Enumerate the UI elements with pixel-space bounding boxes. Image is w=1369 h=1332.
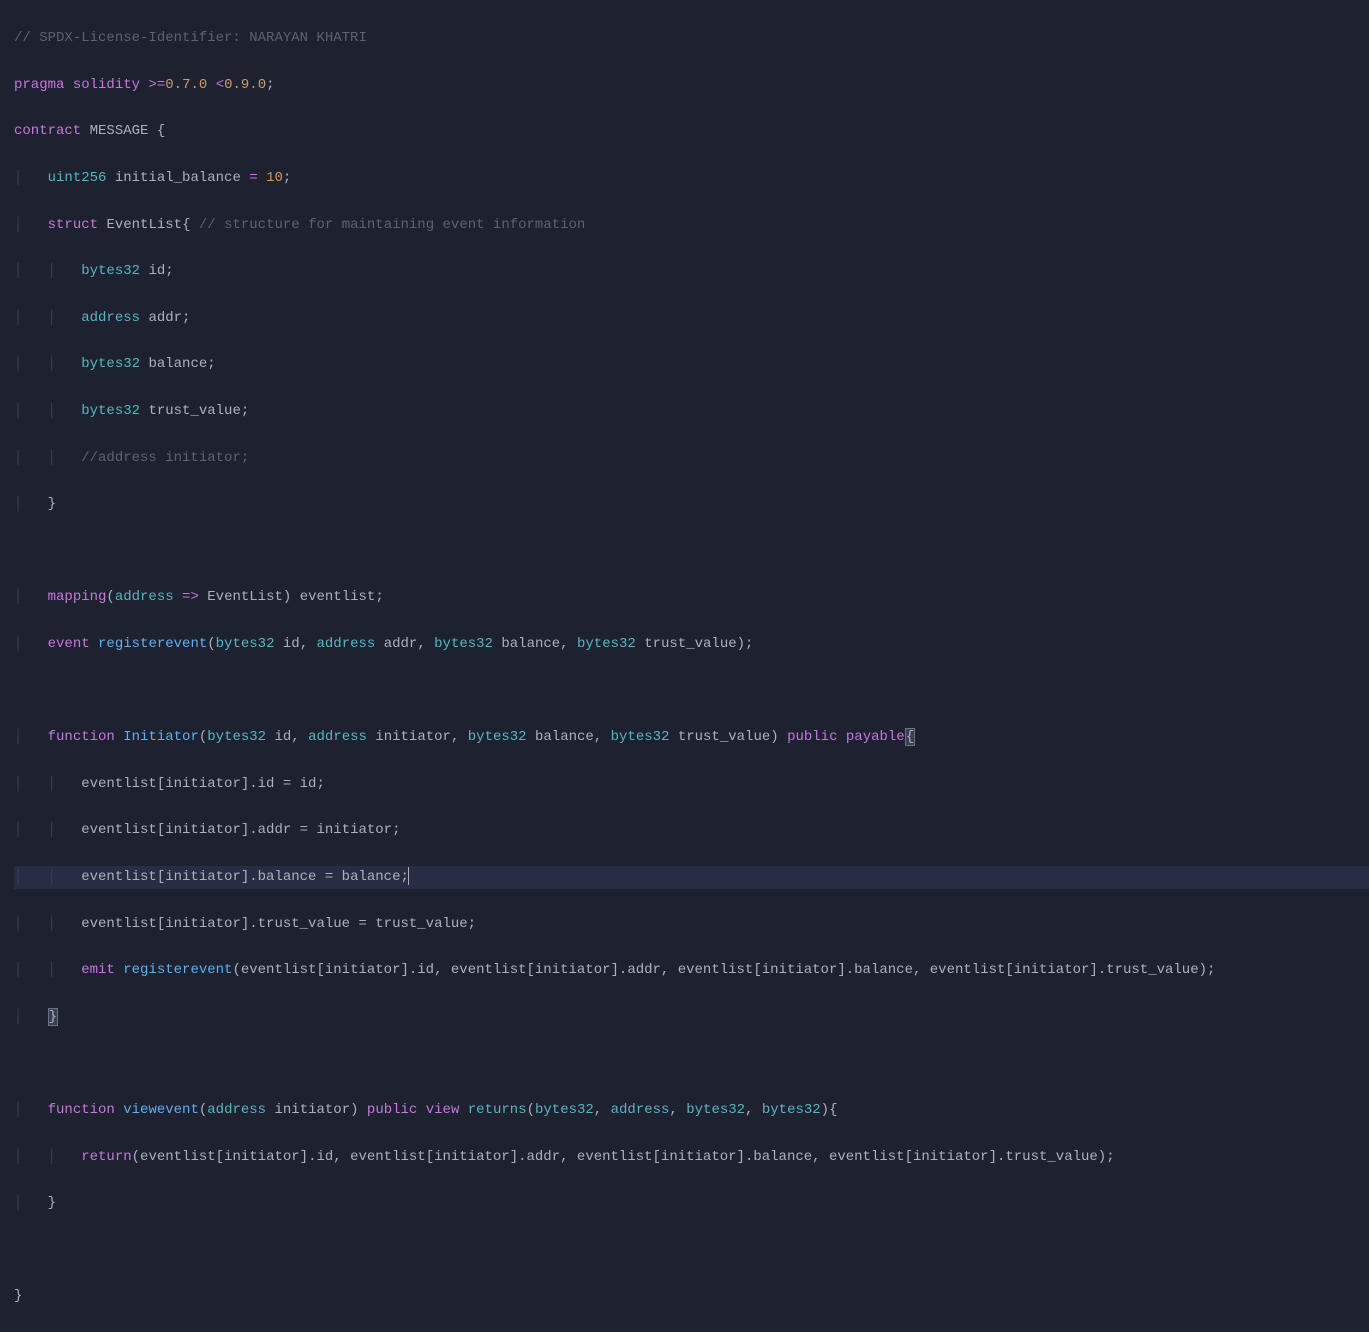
text-cursor [408,867,409,885]
code-line[interactable]: │ │ emit registerevent(eventlist[initiat… [14,959,1369,982]
code-line[interactable]: │ function viewevent(address initiator) … [14,1099,1369,1122]
code-line[interactable]: │ } [14,1006,1369,1029]
code-line[interactable]: // SPDX-License-Identifier: NARAYAN KHAT… [14,27,1369,50]
code-line[interactable]: │ event registerevent(bytes32 id, addres… [14,633,1369,656]
code-line[interactable]: │ │ //address initiator; [14,447,1369,470]
code-line[interactable] [14,680,1369,703]
code-line[interactable]: │ │ address addr; [14,307,1369,330]
code-line[interactable]: } [14,1285,1369,1308]
open-brace-matched: { [905,728,915,746]
code-line[interactable]: │ │ eventlist[initiator].trust_value = t… [14,913,1369,936]
code-line[interactable] [14,1239,1369,1262]
code-line[interactable]: │ │ bytes32 balance; [14,353,1369,376]
code-line[interactable]: │ } [14,1192,1369,1215]
license-comment: // SPDX-License-Identifier: NARAYAN KHAT… [14,30,367,46]
code-line[interactable]: pragma solidity >=0.7.0 <0.9.0; [14,74,1369,97]
code-line[interactable]: │ } [14,493,1369,516]
code-line[interactable]: │ mapping(address => EventList) eventlis… [14,586,1369,609]
code-line-active[interactable]: │ │ eventlist[initiator].balance = balan… [14,866,1369,889]
code-line[interactable]: │ struct EventList{ // structure for mai… [14,214,1369,237]
code-line[interactable]: contract MESSAGE { [14,120,1369,143]
code-line[interactable] [14,540,1369,563]
code-line[interactable]: │ function Initiator(bytes32 id, address… [14,726,1369,749]
code-editor[interactable]: // SPDX-License-Identifier: NARAYAN KHAT… [0,0,1369,1332]
code-line[interactable]: │ │ eventlist[initiator].id = id; [14,773,1369,796]
code-line[interactable]: │ │ bytes32 id; [14,260,1369,283]
code-line[interactable]: │ │ eventlist[initiator].addr = initiato… [14,819,1369,842]
code-line[interactable]: │ uint256 initial_balance = 10; [14,167,1369,190]
code-line[interactable]: │ │ bytes32 trust_value; [14,400,1369,423]
close-brace-matched: } [48,1008,58,1026]
code-line[interactable]: │ │ return(eventlist[initiator].id, even… [14,1146,1369,1169]
code-line[interactable] [14,1052,1369,1075]
